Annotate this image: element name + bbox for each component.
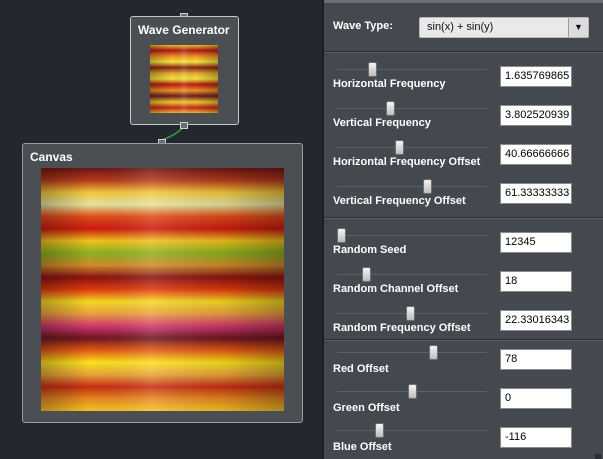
random-channel-offset-track[interactable] <box>337 274 487 275</box>
vertical-frequency-track[interactable] <box>337 108 487 109</box>
vertical-frequency-offset-track[interactable] <box>337 186 487 187</box>
red-offset-track[interactable] <box>337 352 487 353</box>
horizontal-frequency-offset-input[interactable]: 40.66666666 <box>500 144 572 165</box>
random-frequency-offset-label: Random Frequency Offset <box>333 322 471 334</box>
blue-offset-track[interactable] <box>337 430 487 431</box>
horizontal-frequency-input[interactable]: 1.635769865 <box>500 66 572 87</box>
horizontal-frequency-slider-thumb[interactable] <box>368 62 378 77</box>
panel-corner <box>595 454 601 459</box>
canvas-output-image <box>41 168 284 411</box>
random-frequency-offset-slider-thumb[interactable] <box>406 306 416 321</box>
red-offset-input[interactable]: 78 <box>500 349 572 370</box>
random-frequency-offset-input[interactable]: 22.33016343 <box>500 310 572 331</box>
green-offset-slider-thumb[interactable] <box>407 384 417 399</box>
random-channel-offset-label: Random Channel Offset <box>333 283 459 295</box>
wave-node-title: Wave Generator <box>138 23 230 37</box>
blue-offset-input[interactable]: -116 <box>500 427 572 448</box>
red-offset-label: Red Offset <box>333 363 389 375</box>
blue-offset-slider-thumb[interactable] <box>375 423 385 438</box>
horizontal-frequency-track[interactable] <box>337 69 487 70</box>
random-channel-offset-slider-thumb[interactable] <box>362 267 372 282</box>
vertical-frequency-input[interactable]: 3.802520939 <box>500 105 572 126</box>
horizontal-frequency-offset-slider-thumb[interactable] <box>394 140 404 155</box>
canvas-node-title: Canvas <box>30 150 73 164</box>
red-offset-slider-thumb[interactable] <box>428 345 438 360</box>
vertical-frequency-slider-thumb[interactable] <box>386 101 396 116</box>
section-divider <box>324 217 603 219</box>
properties-panel: Wave Type: sin(x) + sin(y) ▼ Horizontal … <box>322 0 603 459</box>
wave-preview-thumbnail <box>150 45 218 113</box>
wave-node-output-port[interactable] <box>180 122 188 129</box>
random-seed-input[interactable]: 12345 <box>500 232 572 253</box>
random-channel-offset-input[interactable]: 18 <box>500 271 572 292</box>
wave-generator-node[interactable]: Wave Generator <box>130 16 239 125</box>
horizontal-frequency-label: Horizontal Frequency <box>333 78 446 90</box>
vertical-frequency-offset-label: Vertical Frequency Offset <box>333 195 466 207</box>
section-divider <box>324 51 603 53</box>
green-offset-label: Green Offset <box>333 402 400 414</box>
wave-type-selected-value: sin(x) + sin(y) <box>427 21 494 33</box>
canvas-node[interactable]: Canvas <box>22 143 303 423</box>
section-divider <box>324 339 603 341</box>
wave-type-select[interactable]: sin(x) + sin(y) ▼ <box>419 17 589 38</box>
vertical-frequency-label: Vertical Frequency <box>333 117 431 129</box>
wave-type-label: Wave Type: <box>333 20 393 32</box>
green-offset-input[interactable]: 0 <box>500 388 572 409</box>
vertical-frequency-offset-slider-thumb[interactable] <box>423 179 432 194</box>
node-graph-area[interactable]: Wave Generator Canvas <box>0 0 322 459</box>
chevron-down-icon[interactable]: ▼ <box>568 18 588 37</box>
blue-offset-label: Blue Offset <box>333 441 392 453</box>
random-seed-slider-thumb[interactable] <box>337 228 346 243</box>
random-seed-label: Random Seed <box>333 244 407 256</box>
random-seed-track[interactable] <box>337 235 487 236</box>
vertical-frequency-offset-input[interactable]: 61.33333333 <box>500 183 572 204</box>
panel-top-strip <box>324 0 603 3</box>
horizontal-frequency-offset-track[interactable] <box>337 147 487 148</box>
horizontal-frequency-offset-label: Horizontal Frequency Offset <box>333 156 481 168</box>
